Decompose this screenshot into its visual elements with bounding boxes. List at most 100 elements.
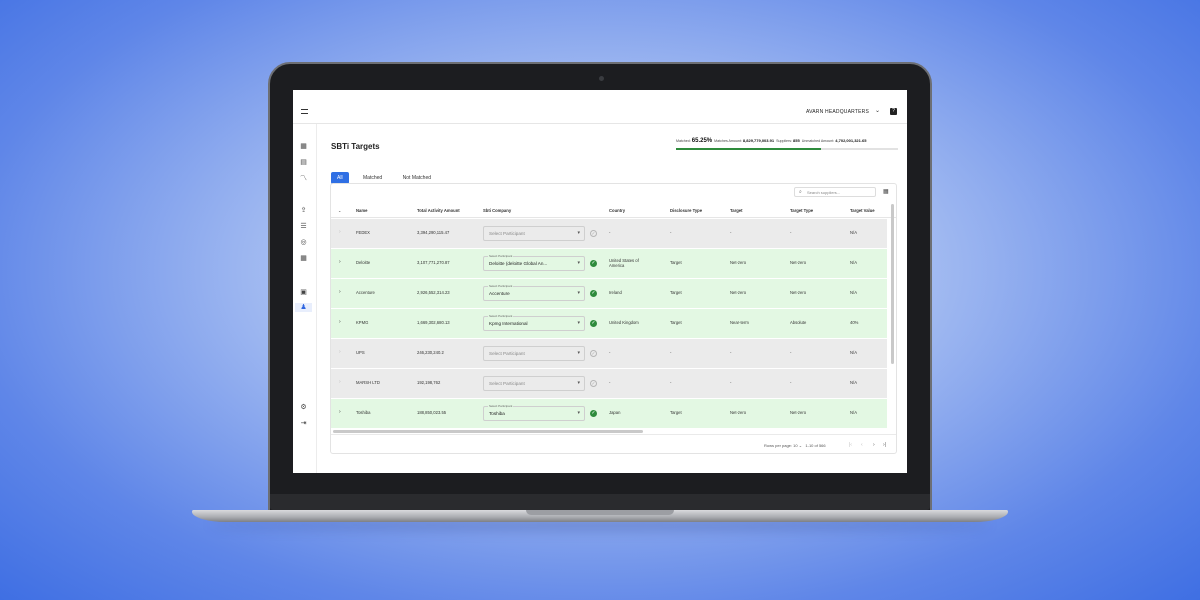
- collapse-all-icon[interactable]: ⌄: [338, 208, 342, 213]
- table-row[interactable]: › MARSH LTD 192,198,762 Select Participant ▾…: [331, 369, 887, 399]
- participant-select[interactable]: Select Participant ▾: [483, 346, 585, 361]
- rows-per-page[interactable]: Rows per page: 10 ⌄ 1-10 of 566: [764, 443, 826, 448]
- upload-icon[interactable]: ⇪: [299, 206, 308, 215]
- webcam: [599, 76, 604, 81]
- suppliers-label: Suppliers:: [776, 139, 793, 143]
- table-row[interactable]: › KPMG 1,669,302,680.13 Select Participant K…: [331, 309, 887, 339]
- target-value: 40%: [850, 320, 859, 325]
- country: United Kingdom: [609, 320, 639, 325]
- menu-icon[interactable]: [301, 109, 308, 114]
- disclosure-type: -: [670, 350, 672, 355]
- prev-page-icon[interactable]: ‹: [861, 442, 863, 448]
- caret-down-icon: ▾: [577, 410, 580, 416]
- col-amount[interactable]: Total Activity Amount: [417, 208, 460, 213]
- search-input[interactable]: ⌕ Search suppliers...: [794, 187, 876, 197]
- country: Japan: [609, 410, 621, 415]
- grid-icon[interactable]: ▦: [299, 254, 308, 263]
- vertical-scrollbar[interactable]: [891, 204, 894, 364]
- select-placeholder: Select Participant: [489, 231, 525, 236]
- caret-down-icon: ▾: [577, 380, 580, 386]
- expand-row-icon[interactable]: ›: [339, 379, 341, 385]
- columns-icon[interactable]: ▦: [883, 189, 890, 195]
- activity-amount: 3,107,771,270.87: [417, 260, 450, 265]
- first-page-icon[interactable]: |‹: [849, 442, 852, 448]
- ledger-icon[interactable]: ▤: [299, 158, 308, 167]
- caret-down-icon: ▾: [577, 290, 580, 296]
- next-page-icon[interactable]: ›: [873, 442, 875, 448]
- participant-select[interactable]: Select Participant Accenture ▾: [483, 284, 585, 301]
- report-icon[interactable]: ▣: [299, 288, 308, 297]
- supplier-name: Toshiba: [356, 410, 371, 415]
- disclosure-type: Target: [670, 260, 682, 265]
- check-icon: ✓: [590, 260, 597, 267]
- filter-tabs: All Matched Not Matched: [331, 166, 441, 184]
- matched-pct: 65.25%: [691, 138, 713, 144]
- caret-down-icon: ▾: [577, 350, 580, 356]
- check-icon: ✓: [590, 410, 597, 417]
- participant-select[interactable]: Select Participant Deloitte (deloitte Glo…: [483, 254, 585, 271]
- expand-row-icon[interactable]: ›: [339, 229, 341, 235]
- country: Ireland: [609, 290, 622, 295]
- activity-amount: 2,926,552,314.23: [417, 290, 450, 295]
- participant-select[interactable]: Select Participant ▾: [483, 376, 585, 391]
- col-disclosure[interactable]: Disclosure Type: [670, 208, 702, 213]
- activity-amount: 192,198,762: [417, 380, 441, 385]
- col-name[interactable]: Name: [356, 208, 367, 213]
- rows-per-page-label: Rows per page:: [764, 443, 793, 448]
- expand-row-icon[interactable]: ›: [339, 319, 341, 325]
- settings-icon[interactable]: ⚙: [299, 403, 308, 412]
- table-row[interactable]: › Accenture 2,926,552,314.23 Select Partici…: [331, 279, 887, 309]
- table-row[interactable]: › Deloitte 3,107,771,270.87 Select Particip…: [331, 249, 887, 279]
- disclosure-type: Target: [670, 320, 682, 325]
- supplier-name: KPMG: [356, 320, 369, 325]
- target: -: [730, 350, 732, 355]
- select-floating-label: Select Participant: [488, 254, 514, 258]
- match-progress-fill: [676, 148, 821, 150]
- select-floating-label: Select Participant: [488, 314, 514, 318]
- org-switcher[interactable]: AVARN HEADQUARTERS: [806, 109, 869, 115]
- table-header: ⌄ Name Total Activity Amount Sbti Compan…: [331, 204, 896, 218]
- dashboard-icon[interactable]: ▦: [299, 142, 308, 151]
- laptop-bezel-bottom: [270, 494, 930, 510]
- target-icon[interactable]: ◎: [299, 238, 308, 247]
- select-value: Kpmg International: [489, 321, 528, 326]
- target-value: N/A: [850, 230, 857, 235]
- disclosure-type: Target: [670, 290, 682, 295]
- participant-select[interactable]: Select Participant ▾: [483, 226, 585, 241]
- last-page-icon[interactable]: ›|: [883, 442, 886, 448]
- expand-row-icon[interactable]: ›: [339, 349, 341, 355]
- activity-amount: 188,850,023.55: [417, 410, 447, 415]
- logout-icon[interactable]: ⇥: [299, 419, 308, 428]
- table-row[interactable]: › FEDEX 3,394,290,115.47 Select Participant…: [331, 219, 887, 249]
- activity-amount: 246,230,240.2: [417, 350, 444, 355]
- select-value: Toshiba: [489, 411, 505, 416]
- select-value: Accenture: [489, 291, 510, 296]
- person-icon[interactable]: ♟: [295, 303, 312, 312]
- col-country[interactable]: Country: [609, 208, 625, 213]
- unmatched-check-icon: ✓: [590, 380, 597, 387]
- target-value: N/A: [850, 410, 857, 415]
- target: Net-zero: [730, 260, 747, 265]
- expand-row-icon[interactable]: ›: [339, 409, 341, 415]
- expand-row-icon[interactable]: ›: [339, 259, 341, 265]
- match-stats: Matched: 65.25% Matches Amount: 8,829,77…: [676, 138, 898, 152]
- help-icon[interactable]: ?: [890, 108, 897, 115]
- horizontal-scrollbar[interactable]: [333, 430, 643, 433]
- table-row[interactable]: › Toshiba 188,850,023.55 Select Participant…: [331, 399, 887, 429]
- col-target[interactable]: Target: [730, 208, 743, 213]
- unmatched-check-icon: ✓: [590, 350, 597, 357]
- target-type: Absolute: [790, 320, 807, 325]
- target-type: -: [790, 230, 792, 235]
- col-target-value[interactable]: Target Value: [850, 208, 875, 213]
- activity-amount: 1,669,302,680.13: [417, 320, 450, 325]
- participant-select[interactable]: Select Participant Kpmg International ▾: [483, 314, 585, 331]
- col-target-type[interactable]: Target Type: [790, 208, 813, 213]
- caret-down-icon: ▾: [577, 260, 580, 266]
- chevron-down-icon[interactable]: ⌄: [875, 107, 880, 114]
- expand-row-icon[interactable]: ›: [339, 289, 341, 295]
- trend-icon[interactable]: 〽: [299, 174, 308, 183]
- participant-select[interactable]: Select Participant Toshiba ▾: [483, 404, 585, 421]
- list-icon[interactable]: ☰: [299, 222, 308, 231]
- table-row[interactable]: › UPS 246,230,240.2 Select Participant ▾ ✓ - - -…: [331, 339, 887, 369]
- col-company[interactable]: Sbti Company: [483, 208, 511, 213]
